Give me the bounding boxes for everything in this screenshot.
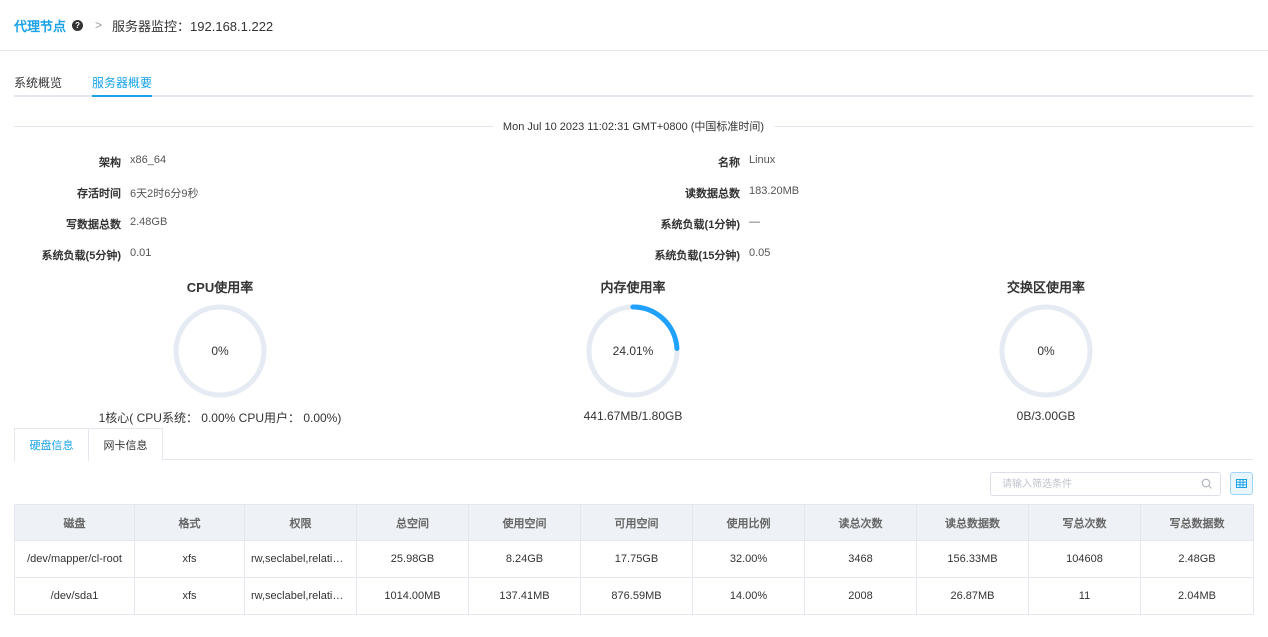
search-icon[interactable]	[1201, 478, 1213, 493]
gauge-percent: 24.01%	[613, 344, 654, 358]
column-header[interactable]: 读总数据数	[916, 504, 1029, 541]
tab-system-overview[interactable]: 系统概览	[14, 66, 62, 97]
breadcrumb-current: 服务器监控：192.168.1.222	[112, 18, 274, 34]
table-cell: 32.00%	[692, 540, 805, 578]
table-cell: 14.00%	[692, 577, 805, 615]
info-value: 2.48GB	[130, 216, 168, 228]
table-cell: 2.04MB	[1140, 577, 1254, 615]
info-value: —	[749, 216, 760, 228]
table-cell: 104608	[1028, 540, 1141, 578]
column-header[interactable]: 使用比例	[692, 504, 805, 541]
table-header-row: 磁盘 格式 权限 总空间 使用空间 可用空间 使用比例 读总次数 读总数据数 写…	[14, 504, 1254, 541]
column-header[interactable]: 使用空间	[468, 504, 581, 541]
table-cell: 2.48GB	[1140, 540, 1254, 578]
table-row[interactable]: /dev/mapper/cl-root xfs rw,seclabel,rela…	[14, 540, 1254, 578]
info-value: x86_64	[130, 154, 167, 166]
column-header[interactable]: 总空间	[356, 504, 469, 541]
info-load-5min: 系统负载(5分钟) 0.01	[14, 247, 152, 263]
info-write-total: 写数据总数 2.48GB	[14, 216, 167, 232]
sub-tabs: 硬盘信息 网卡信息	[14, 428, 1253, 461]
table-cell: xfs	[134, 577, 245, 615]
breadcrumb: 代理节点 ? > 服务器监控：192.168.1.222	[0, 0, 1268, 51]
disk-table: 磁盘 格式 权限 总空间 使用空间 可用空间 使用比例 读总次数 读总数据数 写…	[14, 504, 1254, 615]
info-label: 架构	[99, 157, 121, 169]
info-load-15min: 系统负载(15分钟) 0.05	[620, 247, 770, 263]
info-label: 读数据总数	[685, 188, 740, 200]
column-header[interactable]: 可用空间	[580, 504, 693, 541]
info-value: 0.05	[749, 247, 771, 259]
tab-server-summary[interactable]: 服务器概要	[92, 66, 153, 97]
gauge-caption: 0B/3.00GB	[1016, 409, 1076, 423]
table-row[interactable]: /dev/sda1 xfs rw,seclabel,relatime,attr2…	[14, 577, 1254, 615]
gauge-percent: 0%	[1037, 344, 1055, 358]
gauge-ring: 0%	[173, 304, 267, 398]
info-value: 183.20MB	[749, 185, 800, 197]
gauge-ring: 24.01%	[586, 304, 680, 398]
table-cell: 1014.00MB	[356, 577, 469, 615]
table-cell: 11	[1028, 577, 1141, 615]
breadcrumb-root-link[interactable]: 代理节点	[14, 16, 66, 35]
column-header[interactable]: 写总次数	[1028, 504, 1141, 541]
info-arch: 架构 x86_64	[14, 154, 166, 170]
memory-gauge: 内存使用率 24.01% 441.67MB/1.80GB	[483, 277, 783, 423]
column-header[interactable]: 格式	[134, 504, 245, 541]
tab-disk-info[interactable]: 硬盘信息	[14, 428, 89, 461]
table-cell: 26.87MB	[916, 577, 1029, 615]
swap-gauge: 交换区使用率 0% 0B/3.00GB	[896, 277, 1196, 423]
info-label: 系统负载(1分钟)	[660, 219, 740, 231]
info-value: 6天2时6分9秒	[130, 188, 199, 200]
gauge-ring: 0%	[999, 304, 1093, 398]
tab-nic-info[interactable]: 网卡信息	[88, 428, 163, 460]
gauge-title: 交换区使用率	[1006, 280, 1085, 295]
table-cell: 8.24GB	[468, 540, 581, 578]
gauge-caption: 441.67MB/1.80GB	[583, 409, 683, 423]
gauge-title: CPU使用率	[186, 280, 254, 295]
info-read-total: 读数据总数 183.20MB	[620, 185, 799, 201]
main-tabs: 系统概览 服务器概要	[14, 66, 1253, 97]
table-cell: 25.98GB	[356, 540, 469, 578]
timestamp-divider: Mon Jul 10 2023 11:02:31 GMT+0800 (中国标准时…	[14, 117, 1253, 135]
table-cell: rw,seclabel,relatime,attr2,inode64,noquo…	[244, 540, 357, 578]
info-load-1min: 系统负载(1分钟) —	[620, 216, 760, 232]
table-cell: xfs	[134, 540, 245, 578]
breadcrumb-separator: >	[95, 18, 103, 32]
info-value: 0.01	[130, 247, 152, 259]
cpu-gauge: CPU使用率 0% 1核心( CPU系统： 0.00% CPU用户： 0.00%…	[70, 277, 370, 426]
info-name: 名称 Linux	[620, 154, 775, 170]
column-toggle-button[interactable]	[1230, 472, 1253, 495]
info-label: 写数据总数	[66, 219, 121, 231]
column-header[interactable]: 写总数据数	[1140, 504, 1254, 541]
gauge-percent: 0%	[211, 344, 229, 358]
column-header[interactable]: 磁盘	[14, 504, 135, 541]
info-uptime: 存活时间 6天2时6分9秒	[14, 185, 198, 201]
filter-input[interactable]	[991, 473, 1191, 495]
table-cell: 3468	[804, 540, 917, 578]
table-cell: /dev/mapper/cl-root	[14, 540, 135, 578]
info-label: 名称	[718, 157, 740, 169]
info-label: 系统负载(5分钟)	[41, 250, 121, 262]
table-cell: /dev/sda1	[14, 577, 135, 615]
gauge-title: 内存使用率	[600, 280, 666, 295]
table-cell: 17.75GB	[580, 540, 693, 578]
table-cell: 156.33MB	[916, 540, 1029, 578]
table-grid-icon	[1236, 479, 1247, 488]
gauge-caption: 1核心( CPU系统： 0.00% CPU用户： 0.00%)	[98, 411, 342, 425]
table-cell: 137.41MB	[468, 577, 581, 615]
filter-search-box	[990, 472, 1221, 496]
column-header[interactable]: 读总次数	[804, 504, 917, 541]
info-value: Linux	[749, 154, 776, 166]
timestamp: Mon Jul 10 2023 11:02:31 GMT+0800 (中国标准时…	[492, 118, 775, 134]
table-cell: rw,seclabel,relatime,attr2,inode64,noquo…	[244, 577, 357, 615]
column-header[interactable]: 权限	[244, 504, 357, 541]
info-label: 存活时间	[77, 188, 121, 200]
search-icon-glyph	[1201, 478, 1212, 489]
help-icon[interactable]: ?	[72, 19, 84, 31]
table-cell: 876.59MB	[580, 577, 693, 615]
table-cell: 2008	[804, 577, 917, 615]
info-label: 系统负载(15分钟)	[654, 250, 740, 262]
